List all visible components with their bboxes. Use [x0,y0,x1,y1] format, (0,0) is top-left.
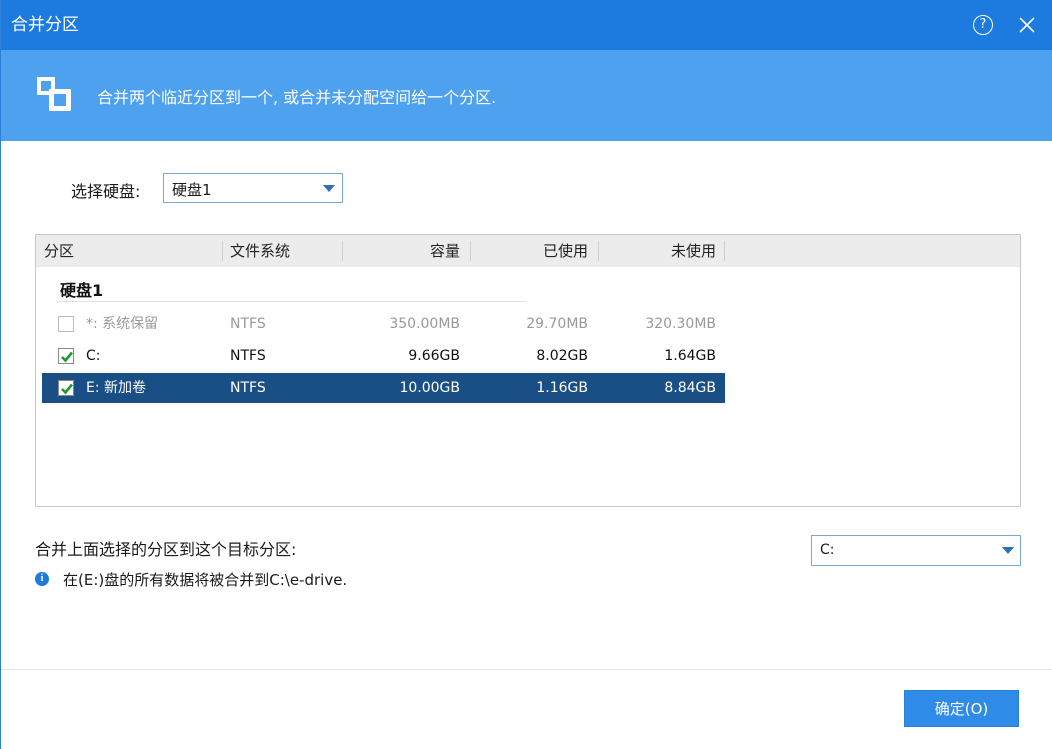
description-banner: 合并两个临近分区到一个, 或合并未分配空间给一个分区. [1,50,1052,141]
disk-select-value: 硬盘1 [172,181,212,199]
column-header-capacity[interactable]: 容量 [344,235,460,267]
cell-capacity: 10.00GB [399,380,460,396]
cell-used: 1.16GB [536,380,588,396]
cell-unused: 320.30MB [645,316,716,332]
table-row[interactable]: E: 新加卷 NTFS 10.00GB 1.16GB 8.84GB [42,373,725,403]
help-icon[interactable]: ? [973,15,993,35]
cell-capacity: 9.66GB [408,348,460,364]
checkmark-icon [61,383,74,395]
column-divider [724,241,725,261]
cell-capacity: 350.00MB [389,316,460,332]
chevron-down-icon [1002,547,1014,554]
cell-partition: E: 新加卷 [86,380,147,396]
cell-unused: 1.64GB [664,348,716,364]
table-header: 分区 文件系统 容量 已使用 未使用 [36,235,1020,267]
column-divider [598,241,599,261]
merge-partition-dialog: 合并分区 ? 合并两个临近分区到一个, 或合并未分配空间给一个分区. 选择硬盘:… [0,0,1052,749]
table-row[interactable]: *: 系统保留 NTFS 350.00MB 29.70MB 320.30MB [42,309,725,339]
info-text: 在(E:)盘的所有数据将被合并到C:\e-drive. [63,571,348,589]
cell-partition: C: [86,348,101,364]
target-partition-label: 合并上面选择的分区到这个目标分区: [35,540,297,559]
target-partition-value: C: [820,542,835,558]
disk-select-label: 选择硬盘: [71,182,141,201]
checkmark-icon [61,351,74,363]
group-divider [56,301,526,302]
close-icon[interactable] [1015,13,1039,37]
partition-table: 分区 文件系统 容量 已使用 未使用 硬盘1 *: 系统保留 NTFS 350.00… [35,234,1021,507]
column-divider [470,241,471,261]
cell-used: 8.02GB [536,348,588,364]
column-header-partition[interactable]: 分区 [44,235,74,267]
chevron-down-icon [323,185,335,192]
cell-partition: *: 系统保留 [86,316,159,332]
cell-filesystem: NTFS [230,348,266,364]
ok-button[interactable]: 确定(O) [904,690,1019,727]
cell-filesystem: NTFS [230,316,266,332]
target-partition-dropdown[interactable]: C: [811,535,1021,566]
disk-select-dropdown[interactable]: 硬盘1 [163,173,343,203]
banner-description: 合并两个临近分区到一个, 或合并未分配空间给一个分区. [97,88,497,107]
row-checkbox[interactable] [58,348,74,364]
dialog-title: 合并分区 [11,15,79,35]
cell-unused: 8.84GB [664,380,716,396]
footer-divider [1,669,1052,670]
column-divider [342,241,343,261]
disk-group-label: 硬盘1 [60,281,104,300]
row-checkbox [58,316,74,332]
column-divider [222,241,223,261]
column-header-unused[interactable]: 未使用 [600,235,716,267]
cell-used: 29.70MB [526,316,588,332]
cell-filesystem: NTFS [230,380,266,396]
info-icon: i [35,572,49,586]
row-checkbox[interactable] [58,380,74,396]
title-bar: 合并分区 ? [1,0,1052,50]
merge-icon [37,77,73,113]
column-header-used[interactable]: 已使用 [472,235,588,267]
column-header-filesystem[interactable]: 文件系统 [230,235,290,267]
table-row[interactable]: C: NTFS 9.66GB 8.02GB 1.64GB [42,341,725,371]
